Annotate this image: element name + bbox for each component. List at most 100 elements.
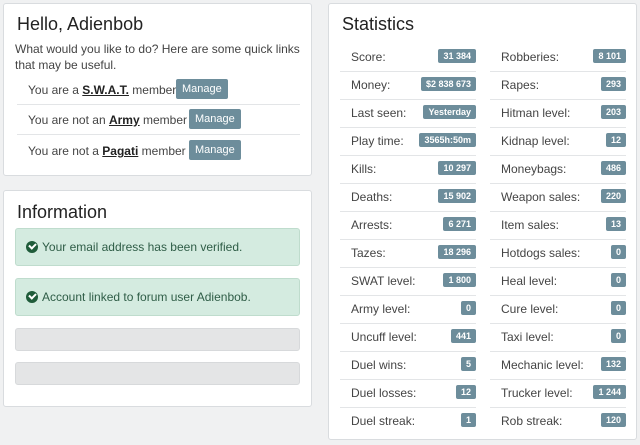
manage-swat-button[interactable]: Manage: [176, 79, 228, 99]
stat-label: Rapes:: [501, 78, 540, 92]
membership-row-swat: You are a S.W.A.T. member Manage: [17, 75, 300, 105]
group-link-swat[interactable]: S.W.A.T.: [82, 83, 129, 97]
stat-value-badge: 15 902: [438, 189, 476, 203]
stat-label: Rob streak:: [501, 414, 563, 428]
stat-value-badge: 31 384: [438, 49, 476, 63]
alert-text: Your email address has been verified.: [42, 240, 243, 254]
alert-text: Account linked to forum user Adienbob.: [42, 290, 251, 304]
stat-value-badge: 12: [455, 385, 476, 399]
stat-row: Score: 31 384: [340, 44, 476, 72]
stat-value-badge: 1 800: [443, 273, 476, 287]
stat-value-badge: 10 297: [438, 161, 476, 175]
membership-text: You are not an Army member: [28, 113, 187, 127]
stat-value-badge: 120: [600, 413, 626, 427]
alert-email-verified: Your email address has been verified.: [15, 228, 300, 266]
stat-value-badge: 0: [460, 301, 476, 315]
manage-pagati-button[interactable]: Manage: [189, 140, 241, 160]
stat-label: Robberies:: [501, 50, 560, 64]
username: Adienbob: [67, 14, 144, 34]
stat-row: Money: $2 838 673: [340, 72, 476, 100]
stat-value-badge: 220: [600, 189, 626, 203]
stat-label: Item sales:: [501, 218, 560, 232]
stat-label: SWAT level:: [351, 274, 416, 288]
stat-label: Play time:: [351, 134, 404, 148]
stat-row: Arrests: 6 271: [340, 212, 476, 240]
stat-value-badge: 1: [460, 413, 476, 427]
information-card: Information Your email address has been …: [3, 190, 312, 407]
stat-label: Uncuff level:: [351, 330, 417, 344]
stat-label: Money:: [351, 78, 391, 92]
stat-value-badge: 18 296: [438, 245, 476, 259]
stat-row: Heal level: 0: [490, 268, 626, 296]
stat-value-badge: 0: [610, 245, 626, 259]
stat-row: Army level: 0: [340, 296, 476, 324]
stat-label: Kidnap level:: [501, 134, 570, 148]
stat-value-badge: $2 838 673: [420, 77, 476, 91]
stat-row: Weapon sales: 220: [490, 184, 626, 212]
stat-value-badge: 13: [605, 217, 626, 231]
stat-row: Uncuff level: 441: [340, 324, 476, 352]
stat-value-badge: 5: [460, 357, 476, 371]
stat-label: Army level:: [351, 302, 411, 316]
stat-value-badge: 6 271: [443, 217, 476, 231]
placeholder-bar: [15, 328, 300, 351]
stat-row: SWAT level: 1 800: [340, 268, 476, 296]
stat-value-badge: 486: [600, 161, 626, 175]
stat-row: Kills: 10 297: [340, 156, 476, 184]
stat-row: Item sales: 13: [490, 212, 626, 240]
stat-row: Hitman level: 203: [490, 100, 626, 128]
group-link-pagati[interactable]: Pagati: [102, 144, 138, 158]
stat-label: Trucker level:: [501, 386, 573, 400]
membership-row-army: You are not an Army member Manage: [17, 105, 300, 135]
stat-row: Duel streak: 1: [340, 408, 476, 436]
stat-row: Taxi level: 0: [490, 324, 626, 352]
intro-text: What would you like to do? Here are some…: [15, 42, 300, 72]
stat-value-badge: 3565h:50m: [419, 133, 476, 147]
stat-value-badge: 441: [450, 329, 476, 343]
manage-army-button[interactable]: Manage: [189, 109, 241, 129]
stat-row: Kidnap level: 12: [490, 128, 626, 156]
stat-value-badge: 0: [610, 329, 626, 343]
stat-row: Duel wins: 5: [340, 352, 476, 380]
stat-value-badge: Yesterday: [423, 105, 476, 119]
stat-value-badge: 12: [605, 133, 626, 147]
stat-label: Duel streak:: [351, 414, 416, 428]
stat-row: Rob streak: 120: [490, 408, 626, 436]
stat-row: Tazes: 18 296: [340, 240, 476, 268]
stat-value-badge: 0: [610, 301, 626, 315]
hello-card: Hello, Adienbob What would you like to d…: [3, 3, 312, 176]
stat-row: Trucker level: 1 244: [490, 380, 626, 408]
stat-row: Cure level: 0: [490, 296, 626, 324]
stat-label: Mechanic level:: [501, 358, 584, 372]
group-link-army[interactable]: Army: [109, 113, 140, 127]
statistics-title: Statistics: [342, 14, 415, 34]
stat-label: Hitman level:: [501, 106, 571, 120]
stat-row: Play time: 3565h:50m: [340, 128, 476, 156]
stat-label: Last seen:: [351, 106, 407, 120]
stat-label: Kills:: [351, 162, 377, 176]
stat-label: Weapon sales:: [501, 190, 581, 204]
stat-label: Heal level:: [501, 274, 558, 288]
stat-label: Arrests:: [351, 218, 393, 232]
stat-value-badge: 132: [600, 357, 626, 371]
stat-row: Duel losses: 12: [340, 380, 476, 408]
greeting-prefix: Hello,: [17, 14, 68, 34]
hello-title: Hello, Adienbob: [17, 14, 143, 35]
stat-label: Hotdogs sales:: [501, 246, 581, 260]
check-circle-icon: [26, 291, 38, 303]
stat-label: Score:: [351, 50, 386, 64]
stat-value-badge: 8 101: [593, 49, 626, 63]
stat-value-badge: 0: [610, 273, 626, 287]
information-title: Information: [17, 202, 108, 222]
stat-value-badge: 293: [600, 77, 626, 91]
alert-forum-linked: Account linked to forum user Adienbob.: [15, 278, 300, 316]
stat-row: Rapes: 293: [490, 72, 626, 100]
check-circle-icon: [26, 241, 38, 253]
stat-row: Deaths: 15 902: [340, 184, 476, 212]
stats-column-right: Robberies: 8 101 Rapes: 293 Hitman level: 203…: [490, 44, 626, 436]
membership-text: You are a S.W.A.T. member: [28, 83, 177, 97]
stat-label: Taxi level:: [501, 330, 554, 344]
stat-label: Tazes:: [351, 246, 386, 260]
stat-value-badge: 1 244: [593, 385, 626, 399]
stat-label: Duel wins:: [351, 358, 407, 372]
